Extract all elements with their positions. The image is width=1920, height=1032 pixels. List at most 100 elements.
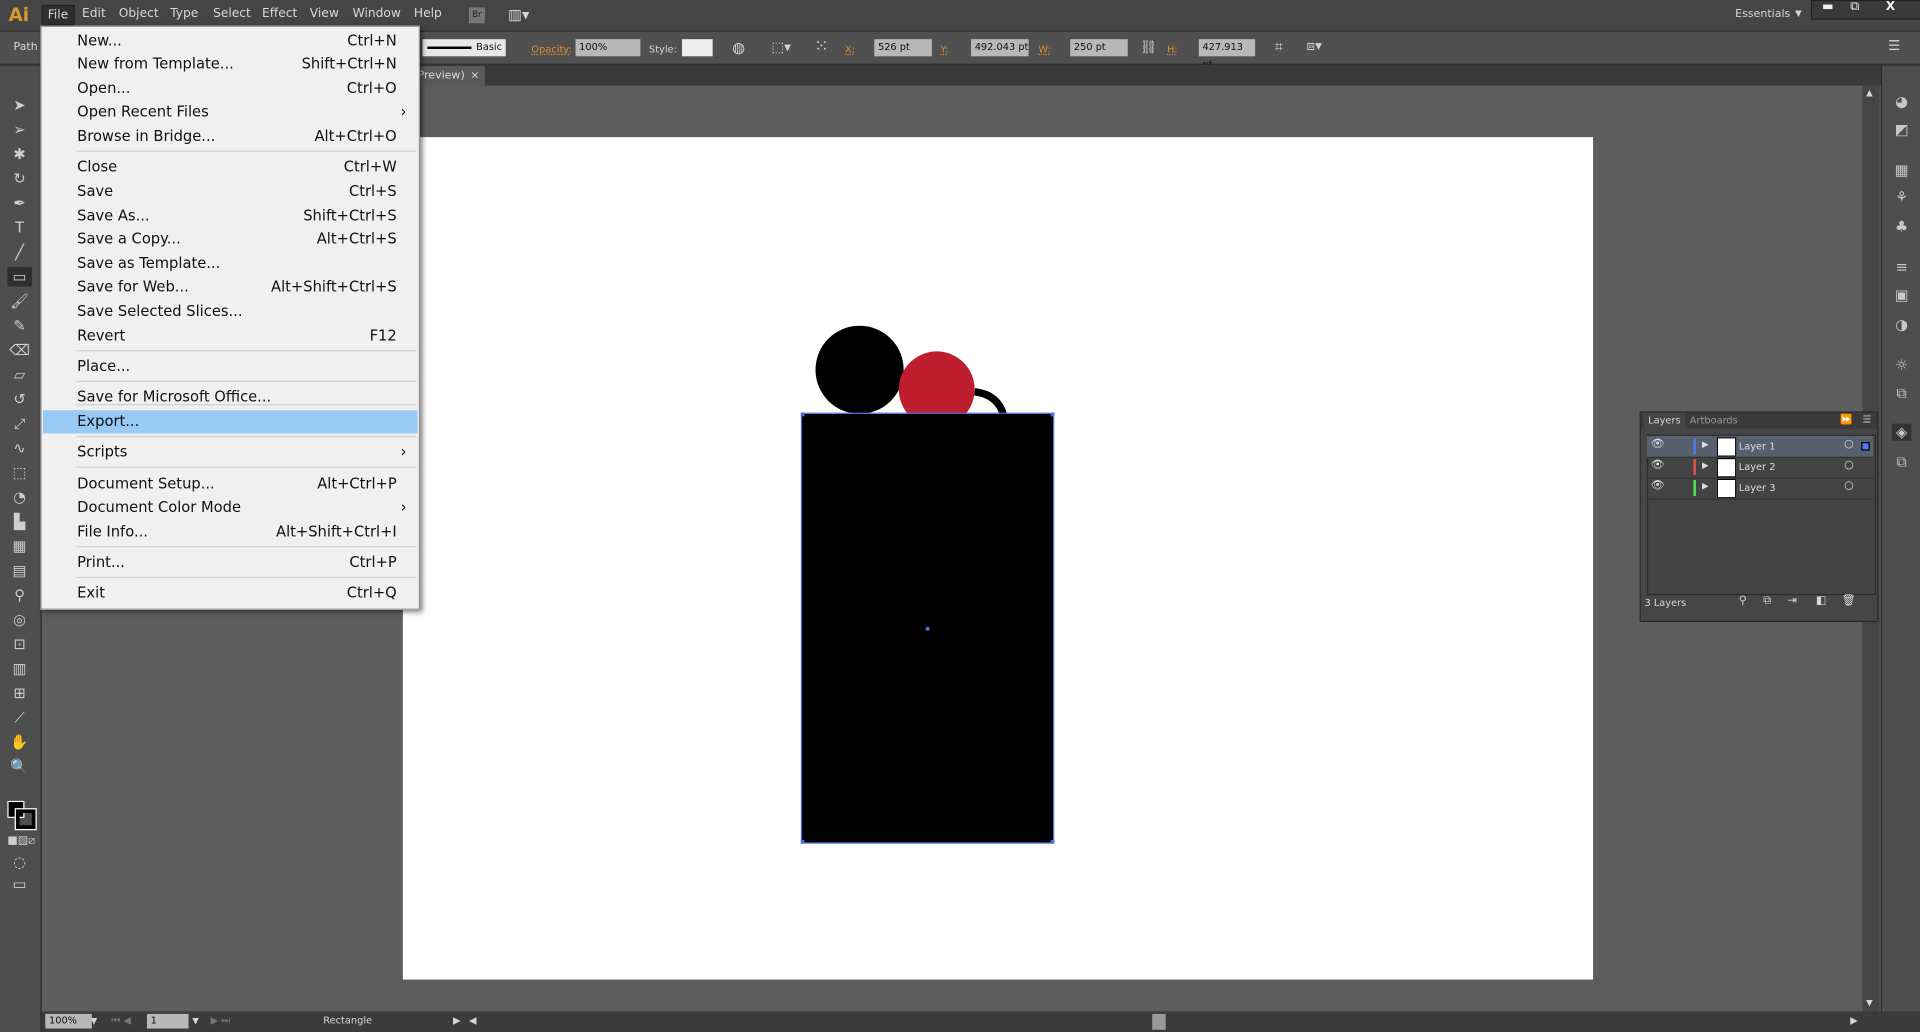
panel-menu-icon[interactable]: ☰ [1862,414,1871,425]
target-circle-icon[interactable]: ○ [1844,438,1854,450]
paintbrush-icon[interactable]: 🖌 [7,291,31,311]
symbols-icon[interactable]: ♣ [1892,218,1912,235]
tab-layers[interactable]: Layers [1643,412,1686,429]
menu-item[interactable]: Open... Ctrl+O [43,77,418,100]
menu-item[interactable]: Browse in Bridge... Alt+Ctrl+O [43,125,418,148]
menu-item[interactable]: Print... Ctrl+P [43,551,418,574]
line-tool-icon[interactable]: ╱ [7,242,31,262]
selection-handle[interactable] [800,412,805,417]
menu-item[interactable]: Document Setup... Alt+Ctrl+P [43,473,418,496]
graph-icon[interactable]: ▥ [7,659,31,679]
type-tool-icon[interactable]: T [7,218,31,238]
menu-item[interactable]: Scripts › [43,441,418,464]
visibility-eye-icon[interactable]: 👁 [1651,438,1665,450]
selection-handle[interactable] [1050,412,1055,417]
tab-artboards[interactable]: Artboards [1690,413,1738,429]
menu-item[interactable]: Save for Microsoft Office... [43,386,418,409]
pencil-icon[interactable]: ✎ [7,316,31,336]
new-sublayer-icon[interactable]: ⇥ [1788,595,1797,607]
color-icon[interactable]: ◩ [1892,121,1912,138]
menu-item[interactable]: Document Color Mode › [43,496,418,519]
visibility-eye-icon[interactable]: 👁 [1651,480,1665,492]
swatches-icon[interactable]: ▦ [1892,162,1912,179]
selection-indicator[interactable] [1861,442,1870,451]
menu-item[interactable]: New from Template... Shift+Ctrl+N [43,53,418,76]
menu-item[interactable]: Save a Copy... Alt+Ctrl+S [43,228,418,251]
blend-icon[interactable]: ◎ [7,610,31,630]
rotate-icon[interactable]: ↺ [7,389,31,409]
layer-name[interactable]: Layer 2 [1739,462,1776,473]
brushes-icon[interactable]: ⚘ [1892,189,1912,206]
screen-mode-icon[interactable]: ▭ [7,874,31,894]
layer-row[interactable]: 👁 ▶ Layer 2 ○ [1646,457,1874,479]
horizontal-scroll-thumb[interactable] [1152,1013,1166,1030]
eraser-icon[interactable]: ▱ [7,365,31,385]
expand-triangle-icon[interactable]: ▶ [1702,460,1709,470]
lasso-icon[interactable]: ↻ [7,169,31,189]
menu-item[interactable]: Place... [43,355,418,378]
warp-icon[interactable]: ∿ [7,438,31,458]
zoom-field[interactable]: 100% [45,1013,92,1029]
next-last-artboard-icons[interactable]: ▶ ⏭ [211,1015,230,1027]
clipping-mask-icon[interactable]: ⧉ [1763,595,1771,607]
zoom-dropdown-icon[interactable]: ▼ [91,1016,98,1026]
menu-item[interactable]: Save as Template... [43,252,418,275]
shape-builder-icon[interactable]: ◔ [7,487,31,507]
layers-panel-icon[interactable]: ◈ [1891,423,1912,441]
menu-item[interactable]: Exit Ctrl+Q [43,582,418,605]
hand-icon[interactable]: ✋ [7,732,31,752]
menu-item[interactable]: Save Selected Slices... [43,300,418,323]
status-menu-icon[interactable]: ▶ [453,1015,461,1026]
stroke-icon[interactable]: ≡ [1892,258,1912,275]
graphic-styles-icon[interactable]: ⧉ [1892,384,1912,401]
slice-icon[interactable]: ⟋ [7,708,31,728]
new-layer-icon[interactable]: ◧ [1816,595,1826,607]
menu-item[interactable]: File Info... Alt+Shift+Ctrl+I [43,520,418,543]
color-mode-icons[interactable]: ■▨⧄ [7,831,35,851]
menu-item[interactable]: Save Ctrl+S [43,180,418,203]
eyedropper-icon[interactable]: ⚲ [7,585,31,605]
gradient-panel-icon[interactable]: ▣ [1892,287,1912,304]
transparency-icon[interactable]: ◑ [1892,316,1912,333]
locate-object-icon[interactable]: ⚲ [1739,595,1747,607]
selection-handle[interactable] [1050,840,1055,844]
pen-tool-icon[interactable]: ✒ [7,193,31,213]
scroll-right-icon[interactable]: ▶ [1850,1015,1858,1026]
delete-layer-icon[interactable]: 🗑 [1842,595,1856,607]
perspective-grid-icon[interactable]: ▙ [7,512,31,532]
layer-row[interactable]: 👁 ▶ Layer 3 ○ [1646,478,1874,500]
menu-item[interactable]: New... Ctrl+N [43,29,418,52]
selection-tool-icon[interactable]: ➤ [7,96,31,116]
menu-item[interactable]: Save for Web... Alt+Shift+Ctrl+S [43,276,418,299]
magic-wand-icon[interactable]: ✱ [7,144,31,164]
mesh-icon[interactable]: ▦ [7,536,31,556]
target-circle-icon[interactable]: ○ [1844,480,1854,492]
zoom-icon[interactable]: 🔍 [7,757,31,777]
menu-item[interactable]: Save As... Shift+Ctrl+S [43,204,418,227]
selection-handle[interactable] [800,840,805,844]
color-guide-icon[interactable]: ◕ [1892,93,1912,110]
artboards-panel-icon[interactable]: ⧉ [1892,453,1912,470]
visibility-eye-icon[interactable]: 👁 [1651,459,1665,471]
direct-selection-tool-icon[interactable]: ➢ [7,120,31,140]
menu-item[interactable]: Revert F12 [43,324,418,347]
stroke-swatch[interactable] [14,808,37,831]
layer-name[interactable]: Layer 3 [1739,482,1776,493]
artboard-dropdown-icon[interactable]: ▼ [192,1016,199,1026]
scale-icon[interactable]: ⤢ [7,414,31,434]
artboard-tool-icon[interactable]: ⊞ [7,683,31,703]
first-prev-artboard-icons[interactable]: ⏮ ◀ [111,1015,130,1027]
symbol-sprayer-icon[interactable]: ⊡ [7,634,31,654]
drawing-modes-icon[interactable]: ◌ [7,852,31,872]
current-tool-status[interactable]: Rectangle [323,1015,372,1026]
collapse-panel-icon[interactable]: ⏩ [1840,414,1852,425]
scroll-left-icon[interactable]: ◀ [469,1015,477,1026]
menu-item[interactable]: Open Recent Files › [43,100,418,123]
layer-name[interactable]: Layer 1 [1739,441,1776,452]
rectangle-tool-icon[interactable]: ▭ [7,266,32,287]
artboard-number-field[interactable]: 1 [146,1013,189,1029]
free-transform-icon[interactable]: ⬚ [7,463,31,483]
menu-item[interactable]: Export... [42,410,418,434]
menu-item[interactable]: Close Ctrl+W [43,156,418,179]
target-circle-icon[interactable]: ○ [1844,459,1854,471]
